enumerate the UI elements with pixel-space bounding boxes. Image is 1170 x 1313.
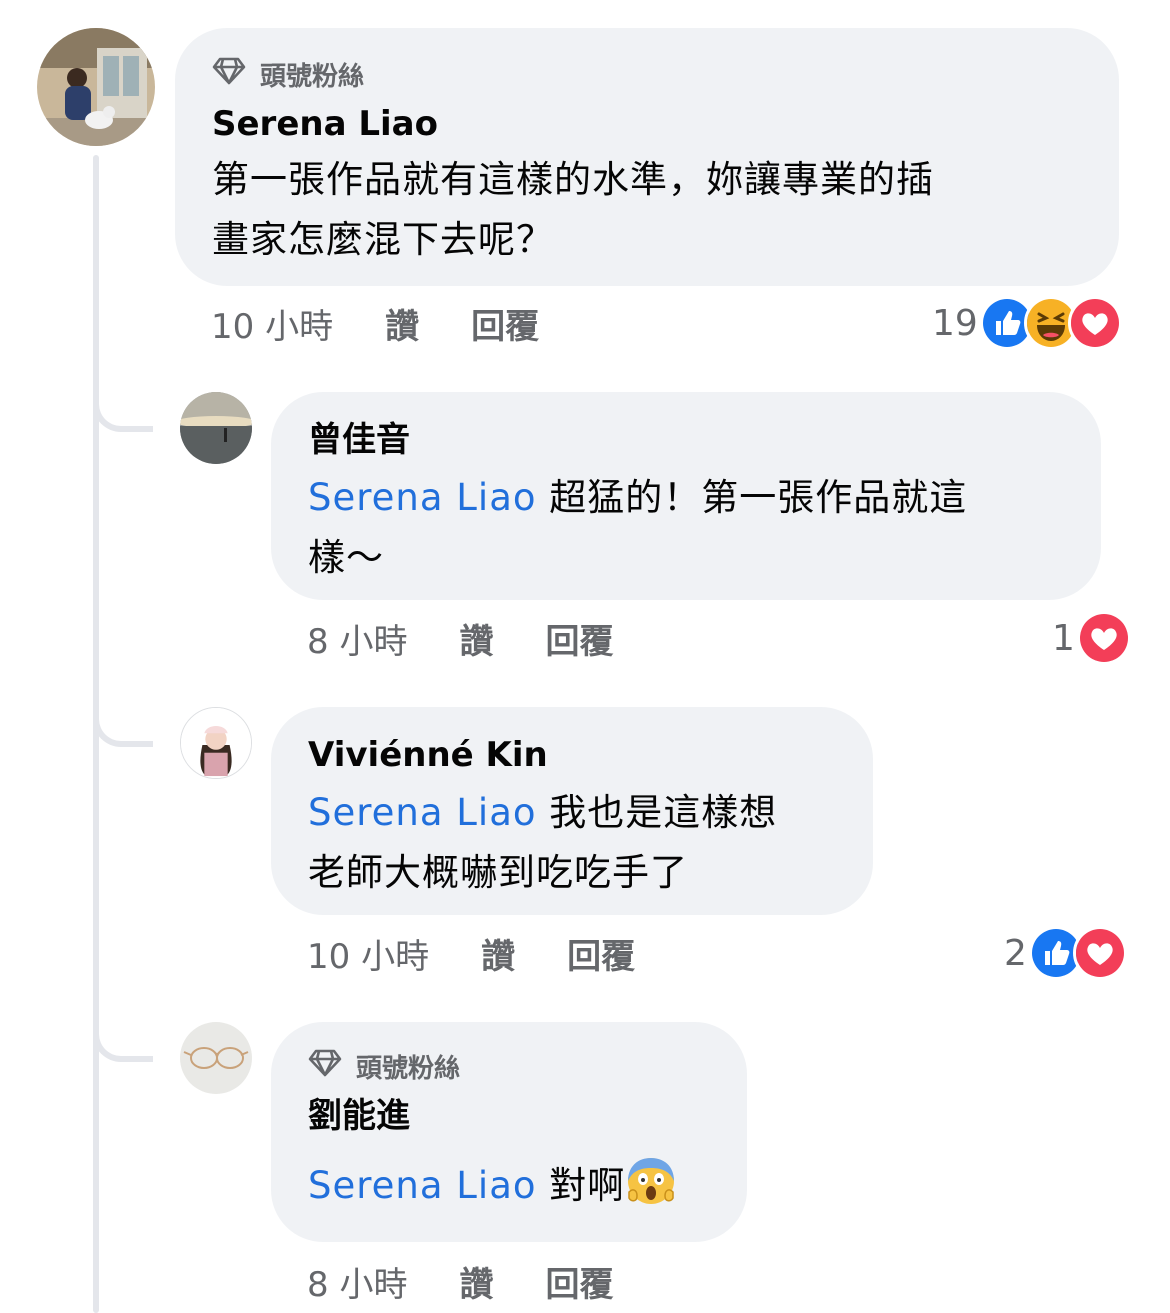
comment-meta: 8 小時 讚 回覆 xyxy=(307,1256,613,1306)
comment-meta: 10 小時 讚 回覆 xyxy=(211,298,539,348)
timestamp[interactable]: 10 小時 xyxy=(211,299,333,348)
reply-branch-connector xyxy=(93,396,153,432)
diamond-icon xyxy=(212,56,260,93)
avatar[interactable] xyxy=(37,28,155,146)
reaction-summary[interactable]: 19 xyxy=(932,296,1122,350)
like-button[interactable]: 讚 xyxy=(459,1257,493,1306)
comment-text-line: 第一張作品就有這樣的水準，妳讓專業的插 xyxy=(212,158,934,201)
scream-emoji xyxy=(625,1154,677,1206)
reply-button[interactable]: 回覆 xyxy=(545,1257,613,1306)
mention-link[interactable]: Serena Liao xyxy=(308,791,537,834)
like-button[interactable]: 讚 xyxy=(385,299,419,348)
reply-button[interactable]: 回覆 xyxy=(545,614,613,663)
timestamp[interactable]: 8 小時 xyxy=(307,1257,407,1306)
reaction-count: 1 xyxy=(1052,617,1075,659)
love-icon xyxy=(1072,926,1127,980)
love-icon xyxy=(1067,296,1122,350)
diamond-icon xyxy=(308,1048,356,1085)
comment-bubble: 曾佳音 Serena Liao 超猛的！第一張作品就這 樣～ xyxy=(271,392,1101,600)
love-icon xyxy=(1076,611,1131,665)
comment-text: Serena Liao 超猛的！第一張作品就這 樣～ xyxy=(308,468,1063,588)
comment-text-line: 超猛的！第一張作品就這 xyxy=(536,476,968,519)
top-fan-badge[interactable]: 頭號粉絲 xyxy=(212,54,1081,94)
comment-meta: 8 小時 讚 回覆 xyxy=(307,613,613,663)
mention-link[interactable]: Serena Liao xyxy=(308,476,537,519)
comment-text-line: 老師大概嚇到吃吃手了 xyxy=(308,851,688,894)
comment-bubble: 頭號粉絲 劉能進 Serena Liao 對啊 xyxy=(271,1022,747,1242)
reaction-count: 19 xyxy=(932,302,978,344)
avatar[interactable] xyxy=(180,392,252,464)
reply-branch-connector xyxy=(93,1026,153,1062)
top-fan-badge[interactable]: 頭號粉絲 xyxy=(308,1046,709,1086)
reaction-summary[interactable]: 1 xyxy=(1052,611,1131,665)
reaction-summary[interactable]: 2 xyxy=(1004,926,1127,980)
comment-text: 第一張作品就有這樣的水準，妳讓專業的插 畫家怎麼混下去呢？ xyxy=(212,150,1081,270)
avatar[interactable] xyxy=(180,1022,252,1094)
comment-author[interactable]: 劉能進 xyxy=(308,1094,709,1138)
comment-author[interactable]: Viviénné Kin xyxy=(308,733,835,777)
comment-text-line: 樣～ xyxy=(308,536,384,579)
comment-text-line: 畫家怎麼混下去呢？ xyxy=(212,218,554,261)
timestamp[interactable]: 10 小時 xyxy=(307,929,429,978)
avatar[interactable] xyxy=(180,707,252,779)
reply-button[interactable]: 回覆 xyxy=(567,929,635,978)
top-fan-label: 頭號粉絲 xyxy=(356,1053,461,1084)
timestamp[interactable]: 8 小時 xyxy=(307,614,407,663)
comment-author[interactable]: Serena Liao xyxy=(212,102,1081,146)
reply-button[interactable]: 回覆 xyxy=(471,299,539,348)
reaction-count: 2 xyxy=(1004,932,1027,974)
comment-text-line: 我也是這樣想 xyxy=(536,791,778,834)
reply-branch-connector xyxy=(93,711,153,747)
comment-text-line: 對啊 xyxy=(536,1164,626,1207)
comment-text: Serena Liao 我也是這樣想 老師大概嚇到吃吃手了 xyxy=(308,783,835,903)
top-fan-label: 頭號粉絲 xyxy=(260,61,365,92)
like-button[interactable]: 讚 xyxy=(481,929,515,978)
comment-author[interactable]: 曾佳音 xyxy=(308,418,1063,462)
comment-text: Serena Liao 對啊 xyxy=(308,1154,709,1216)
comment-meta: 10 小時 讚 回覆 xyxy=(307,928,635,978)
comment-bubble: Viviénné Kin Serena Liao 我也是這樣想 老師大概嚇到吃吃… xyxy=(271,707,873,915)
like-button[interactable]: 讚 xyxy=(459,614,493,663)
comment-bubble: 頭號粉絲 Serena Liao 第一張作品就有這樣的水準，妳讓專業的插 畫家怎… xyxy=(175,28,1119,286)
mention-link[interactable]: Serena Liao xyxy=(308,1164,537,1207)
